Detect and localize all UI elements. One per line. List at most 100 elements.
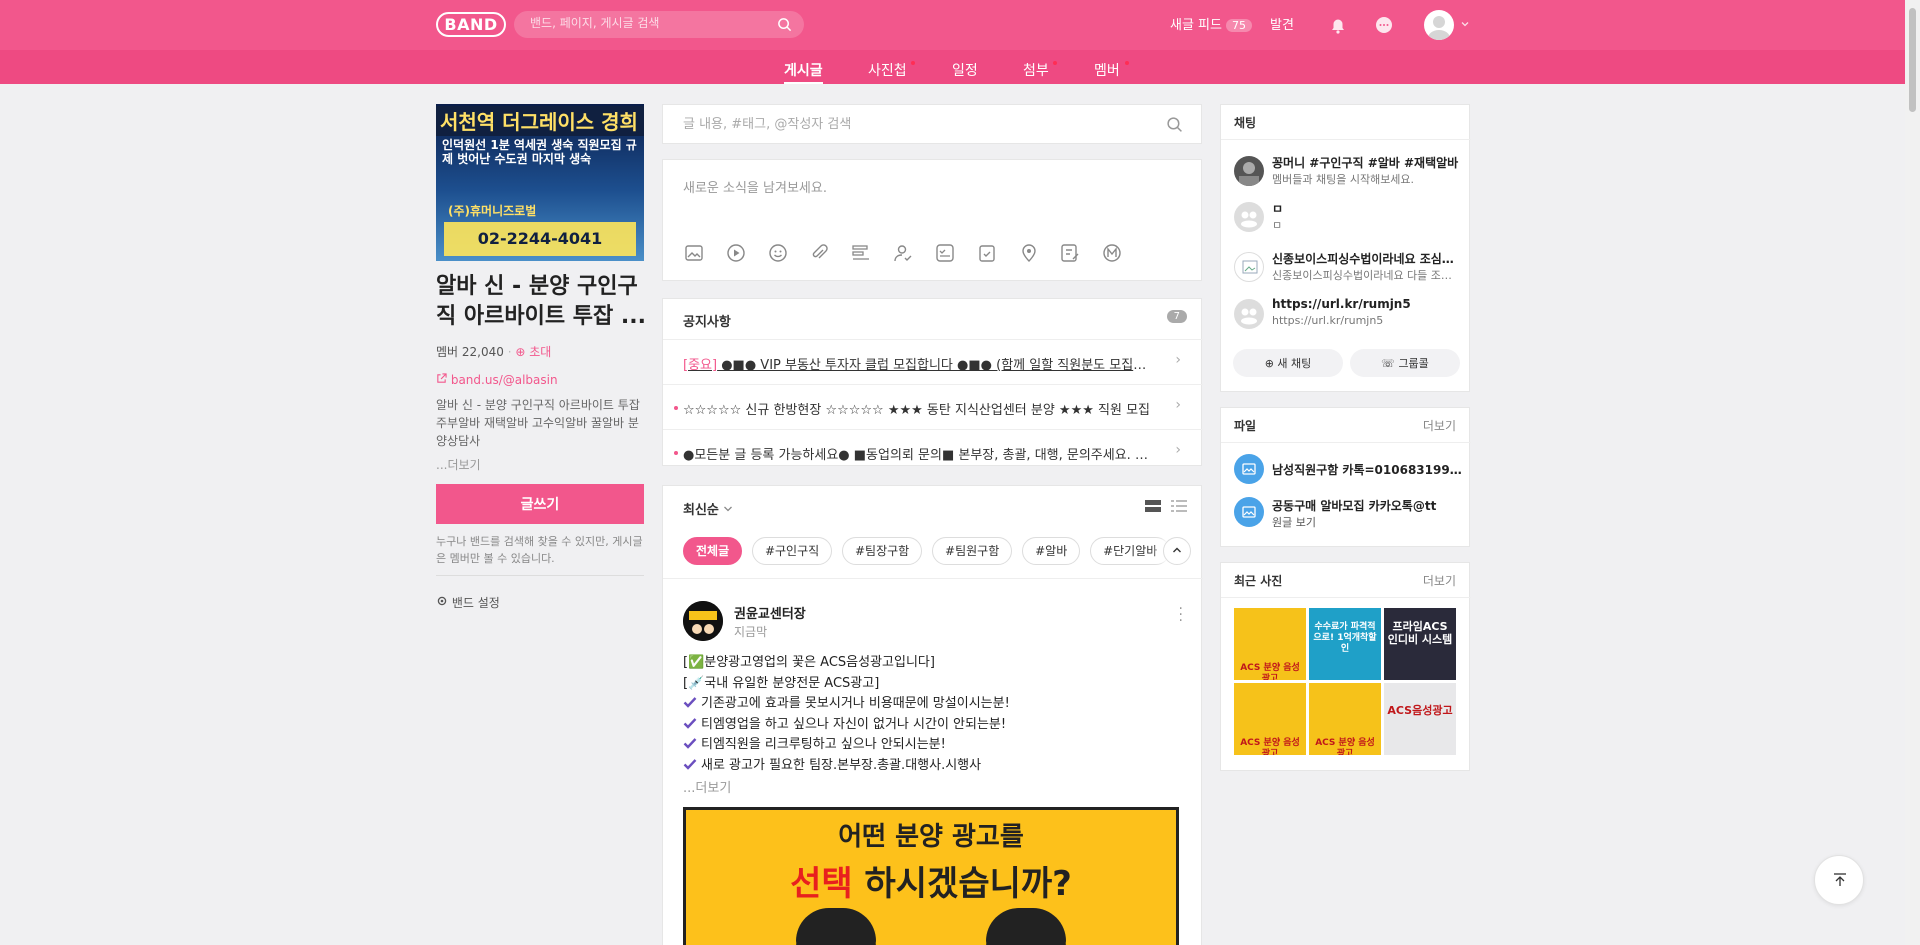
search-icon[interactable] — [777, 17, 792, 35]
discover-link[interactable]: 발견 — [1270, 14, 1294, 33]
list-view-icon[interactable] — [1171, 500, 1187, 516]
new-chat-label: 새 채팅 — [1277, 357, 1312, 370]
photo-thumbnail[interactable]: ACS음성광고 — [1384, 683, 1456, 755]
divider — [663, 578, 1203, 579]
m-badge-icon[interactable] — [1101, 242, 1123, 264]
photo-caption: ACS 분양 음성광고 — [1315, 738, 1375, 755]
chat-bubble-icon[interactable] — [1372, 13, 1396, 37]
privacy-note: 누구나 밴드를 검색해 찾을 수 있지만, 게시글은 멤버만 볼 수 있습니다. — [436, 533, 644, 576]
checklist-icon[interactable] — [934, 242, 956, 264]
post-image[interactable]: 어떤 분양 광고를 선택 하시겠습니까? — [683, 807, 1179, 945]
photo-thumbnail[interactable]: ACS 분양 음성광고 — [1309, 683, 1381, 755]
new-chat-button[interactable]: ⊕ 새 채팅 — [1233, 349, 1343, 377]
tab-attachments-new-dot — [1053, 61, 1057, 65]
files-more-link[interactable]: 더보기 — [1423, 417, 1456, 434]
chat-room-name: ㅁ — [1272, 202, 1284, 216]
notice-item[interactable]: ☆☆☆☆☆ 신규 한방현장 ☆☆☆☆☆ ★★★ 동탄 지식산업센터 분양 ★★★… — [663, 384, 1203, 429]
attachment-icon[interactable] — [808, 242, 830, 264]
post-search-box[interactable] — [662, 104, 1202, 144]
tab-attachments[interactable]: 첨부 — [1023, 60, 1049, 80]
video-icon[interactable] — [725, 242, 747, 264]
cartoon-face-illustration — [796, 908, 876, 945]
notice-item[interactable]: [중요] ●■● VIP 부동산 투자자 클럽 모집합니다 ●■● (함께 일할… — [663, 339, 1203, 384]
chat-room-preview: 멤버들과 채팅을 시작해보세요. — [1272, 173, 1415, 186]
divider — [1221, 597, 1471, 598]
tag-filter[interactable]: #팀원구함 — [932, 537, 1013, 565]
invite-link[interactable]: ⊕ 초대 — [515, 345, 551, 359]
edit-note-icon[interactable] — [1059, 242, 1081, 264]
chat-room-name: https://url.kr/rumjn5 — [1272, 297, 1411, 311]
card-view-icon[interactable] — [1145, 500, 1162, 516]
new-dot — [674, 451, 678, 455]
notice-item[interactable]: ●모든분 글 등록 가능하세요● ■동업의뢰 문의■ 본부장, 총괄, 대행, … — [663, 429, 1203, 474]
cartoon-face-illustration — [986, 908, 1066, 945]
photo-caption: ACS음성광고 — [1387, 704, 1453, 717]
chat-room-item[interactable]: 신종보이스피싱수법이라네요 조심하세요 신종보이스피싱수법이라네요 다들 조심하… — [1234, 250, 1464, 284]
group-call-label: 그룹콜 — [1398, 357, 1429, 370]
view-toggle — [1145, 499, 1187, 516]
description-more-link[interactable]: ...더보기 — [436, 456, 481, 473]
search-icon[interactable] — [1166, 116, 1183, 136]
photo-thumbnail[interactable]: ACS 분양 음성광고 — [1234, 683, 1306, 755]
sort-dropdown[interactable]: 최신순 — [683, 499, 733, 518]
mention-user-icon[interactable] — [892, 242, 914, 264]
tab-members-new-dot — [1125, 61, 1129, 65]
post-more-link[interactable]: ...더보기 — [683, 777, 731, 796]
location-pin-icon[interactable] — [1018, 242, 1040, 264]
compose-placeholder[interactable]: 새로운 소식을 남겨보세요. — [683, 177, 827, 196]
tag-filter[interactable]: #알바 — [1022, 537, 1081, 565]
profile-avatar[interactable] — [1424, 10, 1454, 40]
photo-caption: ACS 분양 음성광고 — [1240, 738, 1300, 755]
author-name[interactable]: 권윤교센터장 — [734, 603, 806, 622]
chevron-down-icon[interactable] — [1461, 17, 1469, 31]
global-search[interactable] — [514, 11, 804, 38]
band-settings-link[interactable]: 밴드 설정 — [436, 594, 500, 611]
band-cover-image[interactable]: 서천역 더그레이스 경희 인덕원선 1분 역세권 생숙 직원모집 규제 벗어난 … — [436, 104, 644, 261]
checkmark-icon — [683, 695, 697, 709]
tab-albums[interactable]: 사진첩 — [868, 60, 907, 80]
scroll-to-top-button[interactable] — [1814, 855, 1864, 905]
write-post-button[interactable]: 글쓰기 — [436, 484, 644, 524]
chat-room-item[interactable]: ㅁ ㅁ — [1234, 200, 1464, 234]
collapse-tags-button[interactable] — [1163, 537, 1191, 565]
tab-members[interactable]: 멤버 — [1094, 60, 1120, 80]
photo-thumbnail[interactable]: 수수료가 파격적으로! 1억개착할인 — [1309, 608, 1381, 680]
compose-box[interactable]: 새로운 소식을 남겨보세요. — [662, 159, 1202, 281]
band-url-link[interactable]: band.us/@albasin — [436, 373, 558, 387]
poll-icon[interactable] — [850, 242, 872, 264]
new-feed-label: 새글 피드 — [1170, 18, 1222, 33]
page-scrollbar[interactable] — [1905, 0, 1920, 945]
global-search-input[interactable] — [530, 16, 770, 30]
photo-icon[interactable] — [683, 242, 705, 264]
group-call-button[interactable]: ☏ 그룹콜 — [1350, 349, 1460, 377]
tab-calendar[interactable]: 일정 — [952, 60, 978, 80]
band-logo[interactable]: BAND — [436, 12, 506, 37]
post-search-input[interactable] — [683, 117, 1133, 132]
file-item[interactable]: 남성직원구함 카톡=01068319999 — [1234, 452, 1464, 486]
tab-posts[interactable]: 게시글 — [784, 60, 823, 84]
post-line-item: 새로 광고가 필요한 팀장.본부장.총괄.대행사.시행사 — [683, 756, 1183, 777]
bell-icon[interactable] — [1326, 13, 1350, 37]
scrollbar-thumb[interactable] — [1909, 8, 1916, 112]
important-tag: [중요] — [683, 358, 718, 373]
invite-label: 초대 — [529, 345, 552, 359]
post-image-headline: 어떤 분양 광고를 — [838, 822, 1024, 852]
tag-filter[interactable]: #구인구직 — [751, 537, 833, 565]
recent-photos-more-link[interactable]: 더보기 — [1423, 572, 1456, 589]
todo-icon[interactable] — [976, 242, 998, 264]
chat-room-item[interactable]: 꽁머니 #구인구직 #알바 #재택알바 멤버들과 채팅을 시작해보세요. — [1234, 154, 1464, 188]
tag-all[interactable]: 전체글 — [683, 537, 743, 565]
post-time: 지금막 — [734, 625, 768, 639]
tag-filter[interactable]: #팀장구함 — [842, 537, 923, 565]
more-options-icon[interactable]: · · · — [1179, 602, 1183, 628]
file-item[interactable]: 공동구매 알바모집 카카오톡@tt 원글 보기 — [1234, 495, 1464, 529]
author-avatar[interactable] — [683, 601, 723, 641]
member-count[interactable]: 멤버 22,040 — [436, 345, 504, 359]
sticker-icon[interactable] — [767, 242, 789, 264]
chat-room-item[interactable]: https://url.kr/rumjn5 https://url.kr/rum… — [1234, 297, 1464, 331]
new-feed-link[interactable]: 새글 피드 75 — [1170, 14, 1252, 33]
photo-thumbnail[interactable]: ACS 분양 음성광고 — [1234, 608, 1306, 680]
tag-filter[interactable]: #단기알바 — [1090, 537, 1171, 565]
photo-thumbnail[interactable]: 프라임ACS 인디비 시스템 — [1384, 608, 1456, 680]
view-original-link[interactable]: 원글 보기 — [1272, 514, 1316, 530]
